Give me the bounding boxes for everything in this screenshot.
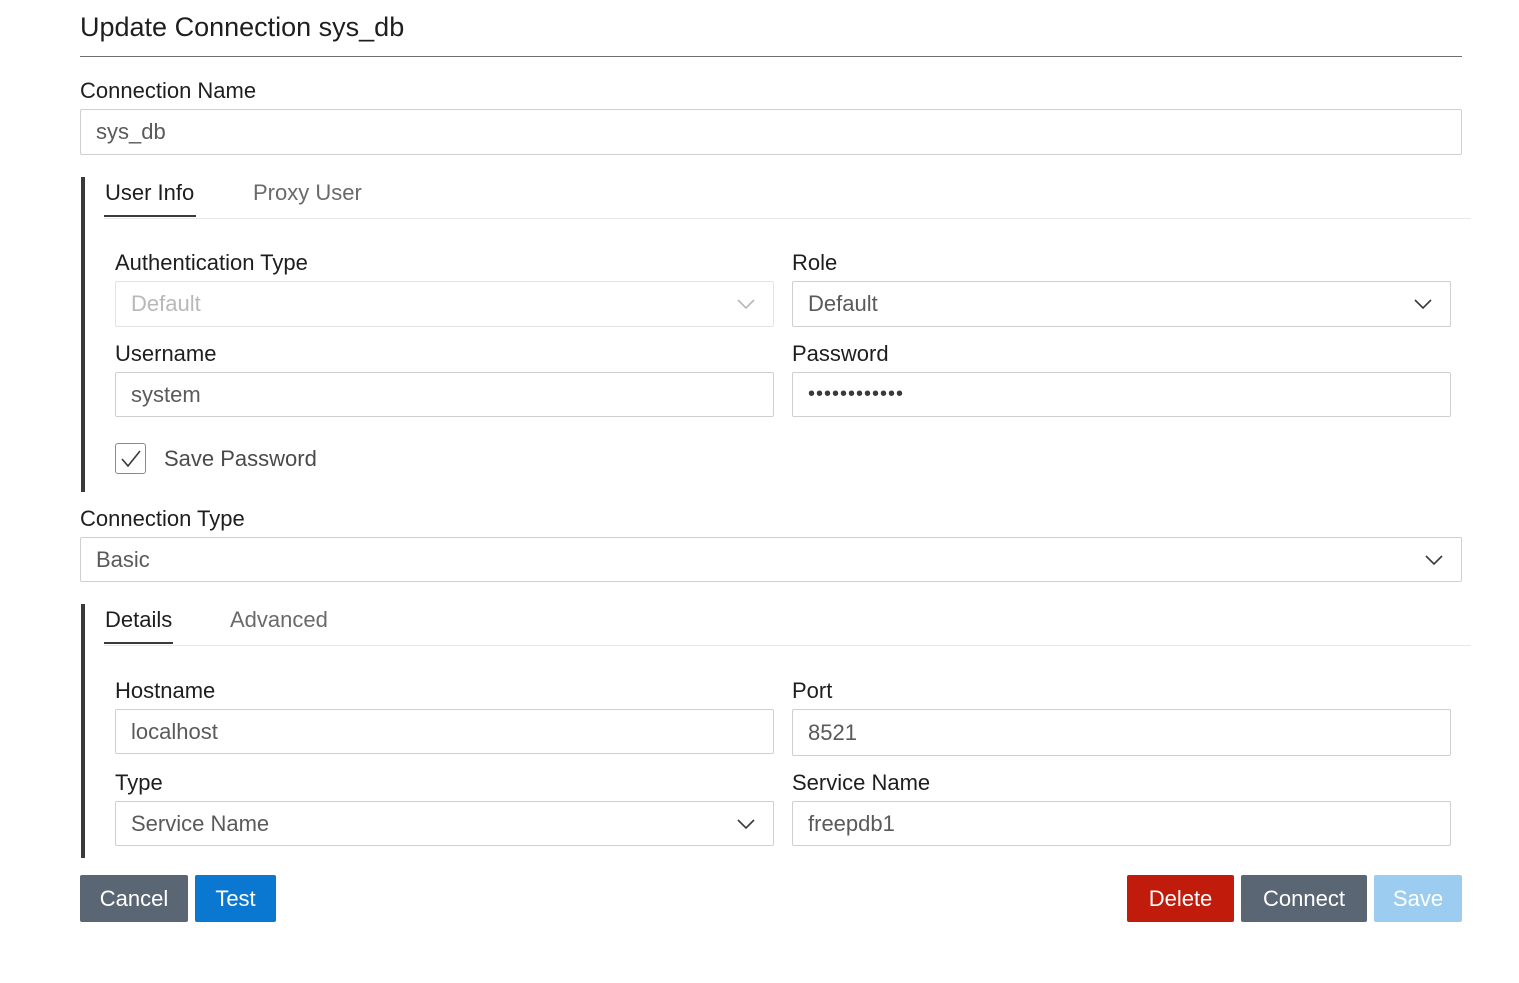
type-select[interactable]: Service Name <box>115 801 774 846</box>
connection-name-label: Connection Name <box>80 78 257 103</box>
auth-type-value: Default <box>131 291 201 316</box>
auth-type-label: Authentication Type <box>115 250 308 275</box>
save-password-label[interactable]: Save Password <box>164 446 317 472</box>
chevron-down-icon <box>737 295 755 313</box>
role-label: Role <box>792 250 838 275</box>
service-name-label: Service Name <box>792 770 931 795</box>
cancel-button[interactable]: Cancel <box>80 875 188 922</box>
service-name-value: freepdb1 <box>808 810 895 836</box>
connection-type-select[interactable]: Basic <box>80 537 1462 582</box>
title-divider <box>80 56 1462 57</box>
check-icon <box>120 450 141 467</box>
tab-user-info-underline <box>104 215 196 217</box>
hostname-value: localhost <box>131 718 218 744</box>
username-value: system <box>131 381 201 407</box>
username-input[interactable]: system <box>115 372 774 417</box>
tab-user-info[interactable]: User Info <box>105 180 194 206</box>
user-tabs-divider <box>104 218 1471 219</box>
chevron-down-icon <box>737 815 755 833</box>
connection-name-input[interactable]: sys_db <box>80 109 1462 155</box>
password-value: •••••••••••• <box>808 383 905 405</box>
password-input[interactable]: •••••••••••• <box>792 372 1451 417</box>
dialog-title: Update Connection sys_db <box>80 12 405 42</box>
save-button[interactable]: Save <box>1374 875 1462 922</box>
details-section-bar <box>81 604 85 858</box>
connection-type-value: Basic <box>96 546 150 572</box>
tab-proxy-user[interactable]: Proxy User <box>253 180 362 206</box>
connection-type-label: Connection Type <box>80 506 245 531</box>
port-label: Port <box>792 678 833 703</box>
type-value: Service Name <box>131 810 270 836</box>
test-button[interactable]: Test <box>195 875 276 922</box>
user-section-bar <box>81 177 85 492</box>
connect-button[interactable]: Connect <box>1241 875 1367 922</box>
chevron-down-icon <box>1425 551 1443 569</box>
role-select[interactable]: Default <box>792 281 1451 327</box>
tab-advanced[interactable]: Advanced <box>230 607 328 633</box>
port-input[interactable]: 8521 <box>792 709 1451 756</box>
hostname-input[interactable]: localhost <box>115 709 774 754</box>
service-name-input[interactable]: freepdb1 <box>792 801 1451 846</box>
username-label: Username <box>115 341 217 366</box>
connection-name-value: sys_db <box>96 119 166 144</box>
tab-details-underline <box>104 642 173 644</box>
auth-type-select[interactable]: Default <box>115 281 774 327</box>
chevron-down-icon <box>1414 295 1432 313</box>
type-label: Type <box>115 770 163 795</box>
role-value: Default <box>808 291 878 316</box>
detail-tabs-divider <box>104 645 1471 646</box>
password-label: Password <box>792 341 889 366</box>
port-value: 8521 <box>808 719 857 745</box>
delete-button[interactable]: Delete <box>1127 875 1234 922</box>
save-password-checkbox[interactable] <box>115 443 146 474</box>
hostname-label: Hostname <box>115 678 216 703</box>
tab-details[interactable]: Details <box>105 607 172 633</box>
